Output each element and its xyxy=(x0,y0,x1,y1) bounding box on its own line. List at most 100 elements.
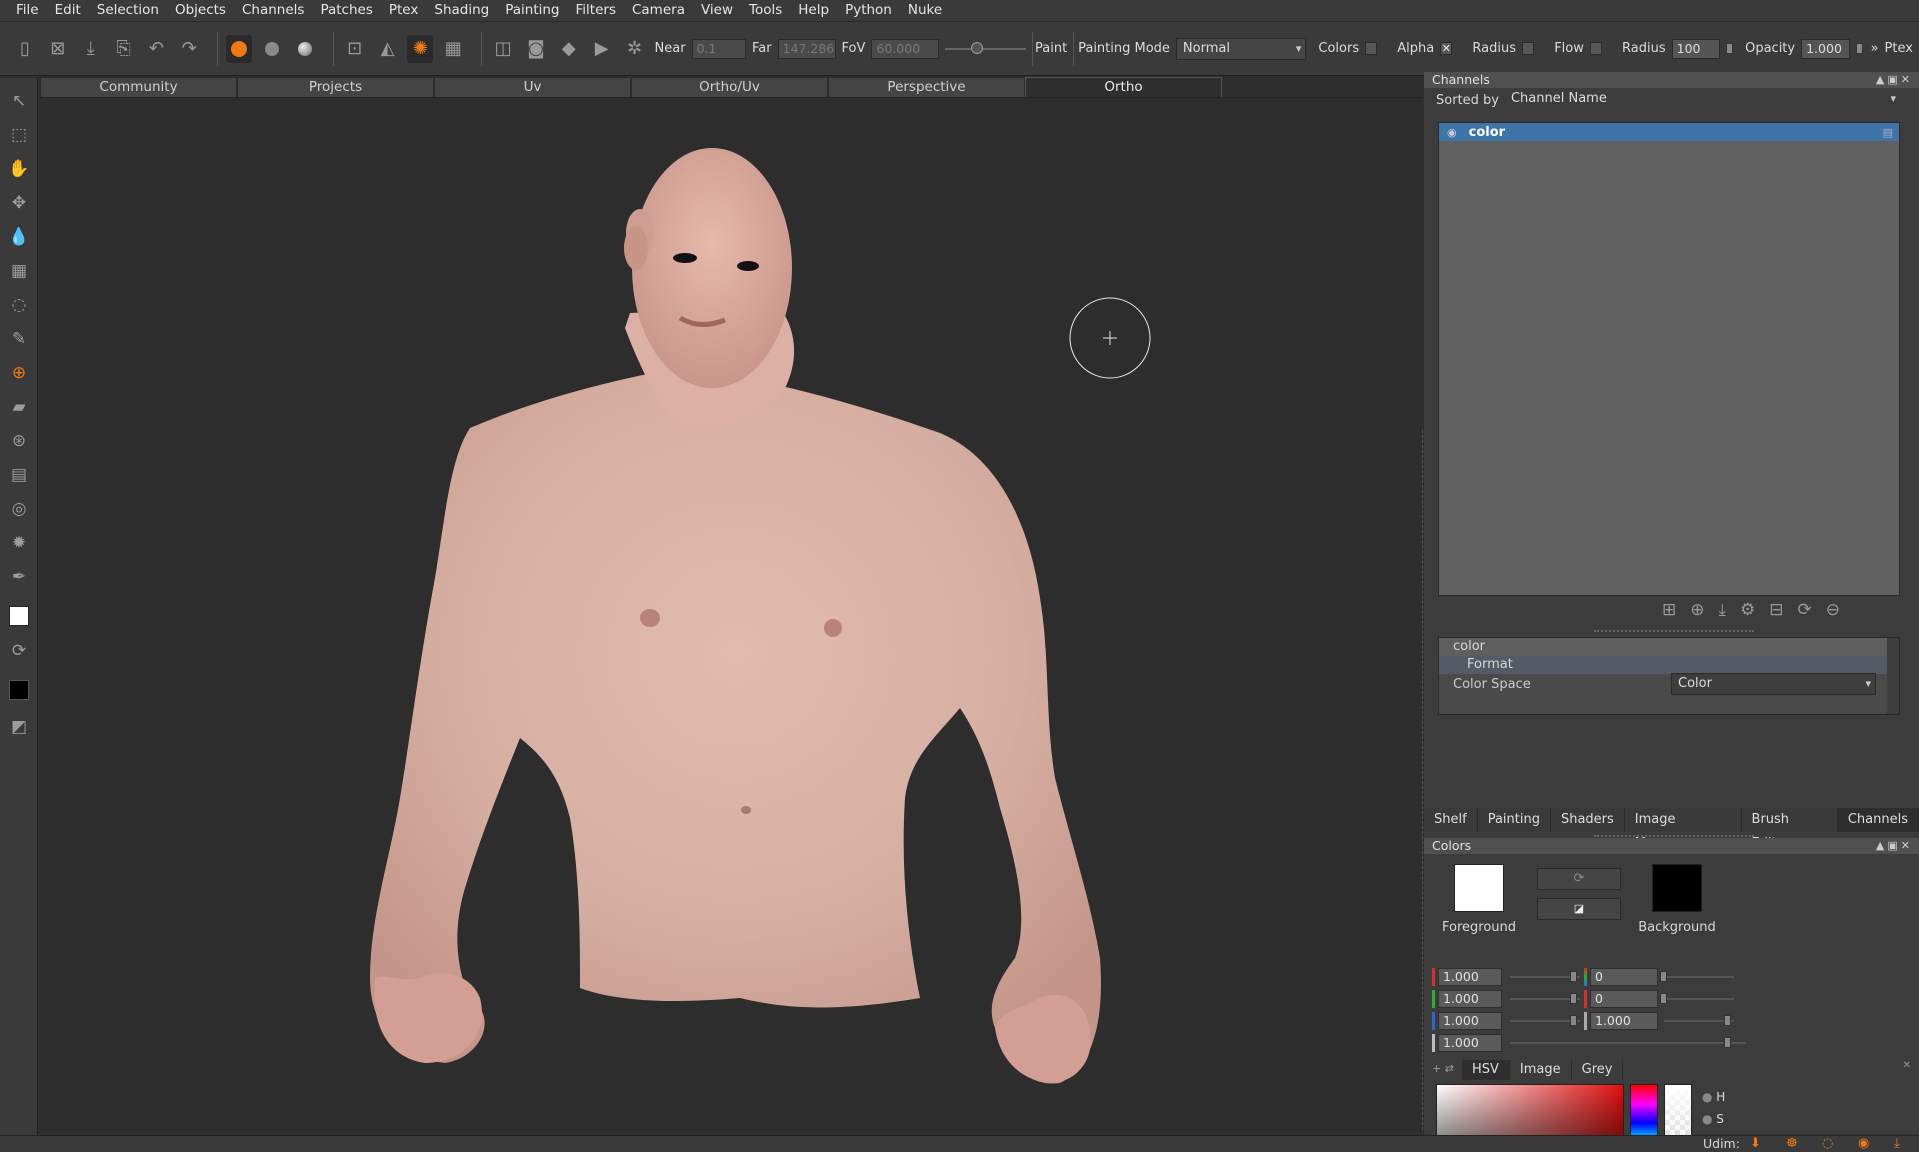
tab-brush-editor[interactable]: Brush Editor xyxy=(1742,808,1838,851)
pin-tool-icon[interactable]: ✎ xyxy=(6,326,32,352)
tab-perspective[interactable]: Perspective xyxy=(828,77,1025,97)
eraser-tool-icon[interactable]: ▰ xyxy=(6,394,32,420)
background-swatch[interactable] xyxy=(9,680,29,700)
menu-ptex[interactable]: Ptex xyxy=(381,0,427,21)
props-group-row[interactable]: Format xyxy=(1439,656,1899,674)
play-icon[interactable]: ▶ xyxy=(589,35,615,63)
menu-shading[interactable]: Shading xyxy=(426,0,497,21)
foreground-color-swatch[interactable] xyxy=(1454,864,1504,912)
sort-select[interactable]: Channel Name xyxy=(1504,89,1900,111)
props-node-row[interactable]: color xyxy=(1439,638,1899,656)
refresh-channel-icon[interactable]: ⟳ xyxy=(1798,600,1812,620)
gradient-tool-icon[interactable]: ▤ xyxy=(6,462,32,488)
hsv-h-radio[interactable]: ● H xyxy=(1702,1090,1725,1104)
panel-window-controls[interactable]: ▲▣✕ xyxy=(1876,838,1913,854)
paint-tool-icon[interactable]: ⊕ xyxy=(6,360,32,386)
menu-patches[interactable]: Patches xyxy=(312,0,380,21)
tab-community[interactable]: Community xyxy=(40,77,237,97)
paint-through-icon[interactable]: ✺ xyxy=(407,34,434,63)
menu-file[interactable]: File xyxy=(8,0,47,21)
opacity-field[interactable]: 1.000 xyxy=(1801,38,1850,59)
bg-sat-slider[interactable] xyxy=(1664,998,1734,1000)
panel-resize-handle[interactable] xyxy=(1594,630,1754,632)
flow-checkbox[interactable] xyxy=(1589,42,1603,55)
picker-add-icon[interactable]: + ⇄ xyxy=(1432,1062,1454,1075)
tab-channels[interactable]: Channels xyxy=(1837,808,1919,832)
fov-field[interactable]: 60.000 xyxy=(871,38,939,59)
tab-shaders[interactable]: Shaders xyxy=(1551,808,1625,832)
close-project-icon[interactable]: ⊠ xyxy=(45,35,71,63)
undo-icon[interactable]: ↶ xyxy=(144,35,170,63)
reset-colors-icon[interactable]: ◩ xyxy=(6,714,32,740)
menu-objects[interactable]: Objects xyxy=(167,0,234,21)
menu-camera[interactable]: Camera xyxy=(624,0,693,21)
tab-image[interactable]: Image xyxy=(1510,1060,1572,1080)
status-cache-icon[interactable]: ☸ xyxy=(1786,1136,1798,1152)
tab-grey[interactable]: Grey xyxy=(1572,1060,1624,1080)
full-shading-icon[interactable] xyxy=(226,34,253,63)
picker-close-icon[interactable]: ✕ xyxy=(1903,1060,1911,1071)
menu-help[interactable]: Help xyxy=(790,0,837,21)
channel-lock-icon[interactable]: ▤ xyxy=(1883,126,1893,139)
tab-shelf[interactable]: Shelf xyxy=(1424,808,1478,832)
bg-val-knob[interactable] xyxy=(1724,1015,1731,1026)
menu-channels[interactable]: Channels xyxy=(234,0,312,21)
far-field[interactable]: 147.286 xyxy=(777,38,836,59)
fg-red-field[interactable]: 1.000 xyxy=(1438,968,1502,986)
fg-alpha-field[interactable]: 1.000 xyxy=(1438,1034,1502,1052)
menu-edit[interactable]: Edit xyxy=(47,0,89,21)
reset-colors-button[interactable]: ◪ xyxy=(1537,898,1621,920)
menu-tools[interactable]: Tools xyxy=(741,0,790,21)
flat-shading-icon[interactable] xyxy=(259,35,285,63)
opacity-slider-knob[interactable] xyxy=(1855,43,1863,54)
cube-icon[interactable]: ◆ xyxy=(556,35,582,63)
bg-val-field[interactable]: 1.000 xyxy=(1590,1012,1658,1030)
eye-icon[interactable]: ◉ xyxy=(1447,126,1457,139)
menu-python[interactable]: Python xyxy=(837,0,900,21)
grid-overlay-icon[interactable]: ▦ xyxy=(440,35,466,63)
tab-ortho-uv[interactable]: Ortho/Uv xyxy=(631,77,828,97)
bg-sat-knob[interactable] xyxy=(1660,993,1667,1004)
smear-tool-icon[interactable]: ◎ xyxy=(6,496,32,522)
add-shader-icon[interactable]: ⊟ xyxy=(1769,600,1783,620)
new-project-icon[interactable]: ▯ xyxy=(12,35,38,63)
move-tool-icon[interactable]: ✥ xyxy=(6,190,32,216)
import-channel-icon[interactable]: ⤓ xyxy=(1719,600,1727,620)
select-tool-icon[interactable]: ↖ xyxy=(6,88,32,114)
burn-tool-icon[interactable]: ✹ xyxy=(6,530,32,556)
fov-slider-knob[interactable] xyxy=(970,41,983,54)
clone-tool-icon[interactable]: ⊛ xyxy=(6,428,32,454)
open-project-icon[interactable]: ⤓ xyxy=(78,35,104,63)
tab-painting[interactable]: Painting xyxy=(1478,808,1551,832)
marquee-select-icon[interactable]: ⬚ xyxy=(6,122,32,148)
status-export-icon[interactable]: ⤓ xyxy=(1894,1136,1900,1152)
hand-tool-icon[interactable]: ✋ xyxy=(6,156,32,182)
fg-blue-field[interactable]: 1.000 xyxy=(1438,1012,1502,1030)
bg-hue-field[interactable]: 0 xyxy=(1590,968,1658,986)
eyedropper-tool-icon[interactable]: ✒ xyxy=(6,564,32,590)
menu-painting[interactable]: Painting xyxy=(497,0,567,21)
bg-sat-field[interactable]: 0 xyxy=(1590,990,1658,1008)
mask-icon[interactable]: ◭ xyxy=(375,35,401,63)
fov-slider[interactable] xyxy=(944,41,1027,54)
grid-tool-icon[interactable]: ▦ xyxy=(6,258,32,284)
status-target-icon[interactable]: ◉ xyxy=(1858,1136,1869,1152)
viewport-splitter[interactable] xyxy=(1422,430,1423,1130)
color-space-select[interactable]: Color xyxy=(1671,673,1876,695)
status-refresh-icon[interactable]: ◌ xyxy=(1822,1136,1833,1152)
delete-channel-icon[interactable]: ⊖ xyxy=(1826,600,1840,620)
save-project-icon[interactable]: ⎘ xyxy=(111,35,137,63)
wireframe-icon[interactable]: ⊡ xyxy=(342,35,368,63)
swap-colors-icon[interactable]: ⟳ xyxy=(6,638,32,664)
painting-mode-select[interactable]: Normal xyxy=(1175,37,1307,60)
lasso-tool-icon[interactable]: ◌ xyxy=(6,292,32,318)
redo-icon[interactable]: ↷ xyxy=(176,35,202,63)
3d-viewport[interactable] xyxy=(40,97,1422,1132)
bg-hue-slider[interactable] xyxy=(1664,976,1734,978)
near-field[interactable]: 0.1 xyxy=(691,38,746,59)
camera-icon[interactable]: ◙ xyxy=(523,35,549,63)
hsv-s-radio[interactable]: ● S xyxy=(1702,1112,1725,1126)
fg-red-knob[interactable] xyxy=(1570,971,1577,982)
projection-box-icon[interactable]: ◫ xyxy=(490,35,516,63)
colors-checkbox[interactable] xyxy=(1365,42,1378,55)
